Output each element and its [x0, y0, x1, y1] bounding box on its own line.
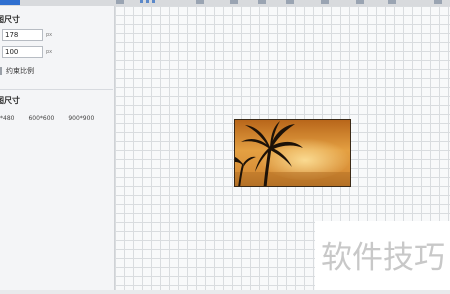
checkbox-icon[interactable]	[0, 67, 2, 75]
height-input[interactable]: 100	[2, 46, 43, 58]
preset-section-title: 图尺寸	[0, 96, 20, 105]
preset-size-option[interactable]: 900*900	[68, 115, 94, 122]
toolbar-icon[interactable]	[388, 0, 396, 4]
toolbar-icon[interactable]	[196, 0, 204, 4]
width-unit: px	[46, 32, 53, 38]
preset-size-option[interactable]: *480	[0, 115, 14, 122]
height-row: 100 px	[2, 46, 52, 58]
app-menu-button[interactable]	[0, 0, 20, 5]
toolbar-icon[interactable]	[434, 0, 442, 4]
watermark: 软件技巧	[315, 221, 450, 290]
toolbar-icon[interactable]	[321, 0, 329, 4]
svg-text:软件技巧: 软件技巧	[321, 240, 445, 276]
toolbar-icon[interactable]	[286, 0, 294, 4]
width-input[interactable]: 178	[2, 29, 43, 41]
constrain-ratio-row[interactable]: 约束比例	[0, 66, 34, 76]
toolbar-icon[interactable]	[356, 0, 364, 4]
watermark-text: 软件技巧	[321, 240, 445, 276]
palm-tree-image	[235, 120, 350, 186]
preset-sizes: *480 600*600 900*900	[0, 115, 94, 122]
size-section-title: 图尺寸	[0, 15, 20, 24]
palm-tree-photo[interactable]	[234, 119, 351, 187]
toolbar-icon[interactable]	[230, 0, 238, 4]
toolbar-icon[interactable]	[116, 0, 124, 4]
height-unit: px	[46, 49, 53, 55]
toolbar-icon[interactable]	[258, 0, 266, 4]
settings-panel: 图尺寸 178 px 100 px 约束比例 图尺寸 *480 600*600 …	[0, 6, 115, 290]
preset-size-option[interactable]: 600*600	[28, 115, 54, 122]
width-row: 178 px	[2, 29, 52, 41]
toolbar-dots[interactable]	[140, 0, 155, 4]
constrain-ratio-label: 约束比例	[6, 67, 34, 75]
divider	[0, 89, 113, 90]
